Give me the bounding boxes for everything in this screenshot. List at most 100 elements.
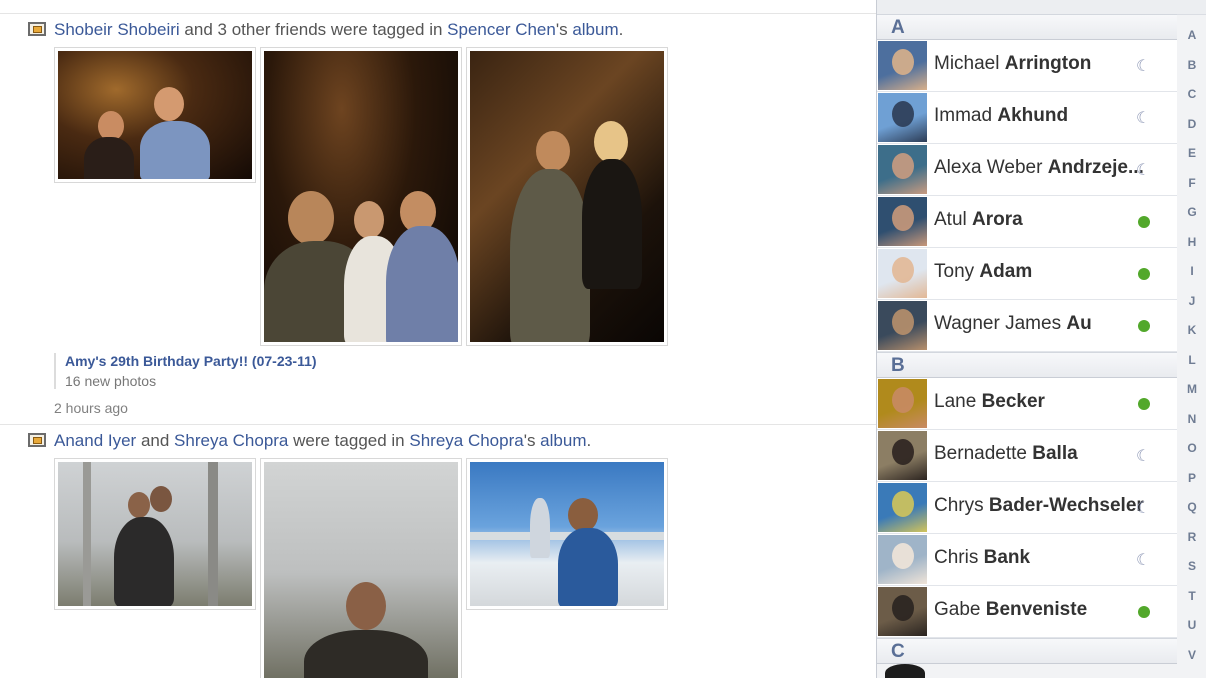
alphabet-letter-f[interactable]: F [1177,176,1206,190]
alphabet-letter-t[interactable]: T [1177,589,1206,603]
alphabet-letter-n[interactable]: N [1177,412,1206,426]
photo-album-icon [28,22,46,36]
friend-first-name: Lane [934,391,977,412]
avatar-face [892,595,914,621]
story-2: Anand Iyer and Shreya Chopra were tagged… [0,425,876,678]
avatar[interactable] [878,301,927,350]
avatar-face [892,439,914,465]
friend-row[interactable]: Gabe Benveniste [877,586,1177,638]
alphabet-letter-d[interactable]: D [1177,117,1206,131]
headline-link[interactable]: Shreya Chopra [174,431,288,450]
avatar-face [892,543,914,569]
avatar[interactable] [878,483,927,532]
photo-thumbnail[interactable] [260,458,462,678]
online-status-icon [1138,398,1150,410]
photo-thumbnail[interactable] [260,47,462,346]
friend-row[interactable]: Lane Becker [877,378,1177,430]
friend-first-name: Wagner James [934,313,1062,334]
friend-row[interactable]: Tony Adam [877,248,1177,300]
alphabet-letter-l[interactable]: L [1177,353,1206,367]
photo-thumbnail[interactable] [466,47,668,346]
alphabet-letter-q[interactable]: Q [1177,500,1206,514]
friend-name: Wagner James Au [934,313,1150,335]
avatar[interactable] [878,249,927,298]
friend-last-name: Akhund [997,105,1069,126]
idle-moon-icon: ☾ [1136,58,1151,75]
avatar-face [892,101,914,127]
headline-link[interactable]: Shobeir Shobeiri [54,20,180,39]
friend-last-name: Adam [979,261,1033,282]
album-link[interactable]: album [540,431,586,450]
friend-row[interactable]: Alexa Weber Andrzeje... ☾ [877,144,1177,196]
alphabet-letter-c[interactable]: C [1177,87,1206,101]
avatar[interactable] [878,197,927,246]
friend-row[interactable]: Chris Bank ☾ [877,534,1177,586]
friend-name: Michael Arrington [934,53,1150,75]
friend-last-name: Andrzeje... [1047,157,1144,178]
photo-thumbnail[interactable] [466,458,668,610]
alphabet-letter-b[interactable]: B [1177,58,1206,72]
headline-link[interactable]: Anand Iyer [54,431,136,450]
alphabet-letter-o[interactable]: O [1177,441,1206,455]
album-title[interactable]: Amy's 29th Birthday Party!! (07-23-11) [65,353,317,369]
headline-link[interactable]: Shreya Chopra [409,431,523,450]
idle-moon-icon: ☾ [1136,448,1151,465]
avatar[interactable] [878,93,927,142]
friend-row[interactable]: Immad Akhund ☾ [877,92,1177,144]
alphabet-letter-k[interactable]: K [1177,323,1206,337]
friend-name: Atul Arora [934,209,1150,231]
alphabet-letter-e[interactable]: E [1177,146,1206,160]
section-header-a: A [877,14,1177,40]
alphabet-letter-j[interactable]: J [1177,294,1206,308]
friend-row[interactable]: Atul Arora [877,196,1177,248]
friend-name: Bernadette Balla [934,443,1150,465]
avatar[interactable] [878,587,927,636]
idle-moon-icon: ☾ [1136,552,1151,569]
photo-thumbnail[interactable] [54,458,256,610]
friend-row[interactable]: Chrys Bader-Wechseler ☾ [877,482,1177,534]
alphabet-letter-a[interactable]: A [1177,28,1206,42]
friend-last-name: Becker [981,391,1045,412]
avatar-face [892,49,914,75]
friend-row[interactable]: Wagner James Au [877,300,1177,352]
online-status-icon [1138,606,1150,618]
idle-moon-icon: ☾ [1136,500,1151,517]
online-status-icon [1138,320,1150,332]
album-link[interactable]: album [572,20,618,39]
friend-last-name: Arora [972,209,1023,230]
friend-row[interactable]: Michael Arrington ☾ [877,40,1177,92]
alphabet-letter-u[interactable]: U [1177,618,1206,632]
headline-text: . [586,431,592,450]
friend-name: Immad Akhund [934,105,1150,127]
avatar[interactable] [878,41,927,90]
friend-last-name: Bank [983,547,1031,568]
alphabet-letter-p[interactable]: P [1177,471,1206,485]
alphabet-letter-g[interactable]: G [1177,205,1206,219]
photo-thumbnail[interactable] [54,47,256,183]
friend-row[interactable]: Bernadette Balla ☾ [877,430,1177,482]
avatar[interactable] [878,431,927,480]
story-timestamp[interactable]: 2 hours ago [54,400,128,416]
headline-text: were tagged in [288,431,410,450]
alphabet-letter-i[interactable]: I [1177,264,1206,278]
headline-text: . [618,20,624,39]
avatar[interactable] [878,535,927,584]
headline-link[interactable]: Spencer Chen [447,20,556,39]
avatar-face [892,491,914,517]
avatar[interactable] [878,379,927,428]
headline-text: 's [523,431,541,450]
alphabet-letter-h[interactable]: H [1177,235,1206,249]
friend-first-name: Immad [934,105,993,126]
avatar[interactable] [878,145,927,194]
photo-album-icon [28,433,46,447]
alphabet-letter-r[interactable]: R [1177,530,1206,544]
avatar-face [892,309,914,335]
alphabet-letter-v[interactable]: V [1177,648,1206,662]
avatar[interactable] [885,664,925,678]
alphabet-letter-m[interactable]: M [1177,382,1206,396]
headline-text: and [136,431,175,450]
section-letter: C [891,641,905,662]
alphabet-letter-s[interactable]: S [1177,559,1206,573]
friend-first-name: Gabe [934,599,981,620]
album-photo-count: 16 new photos [65,373,157,389]
